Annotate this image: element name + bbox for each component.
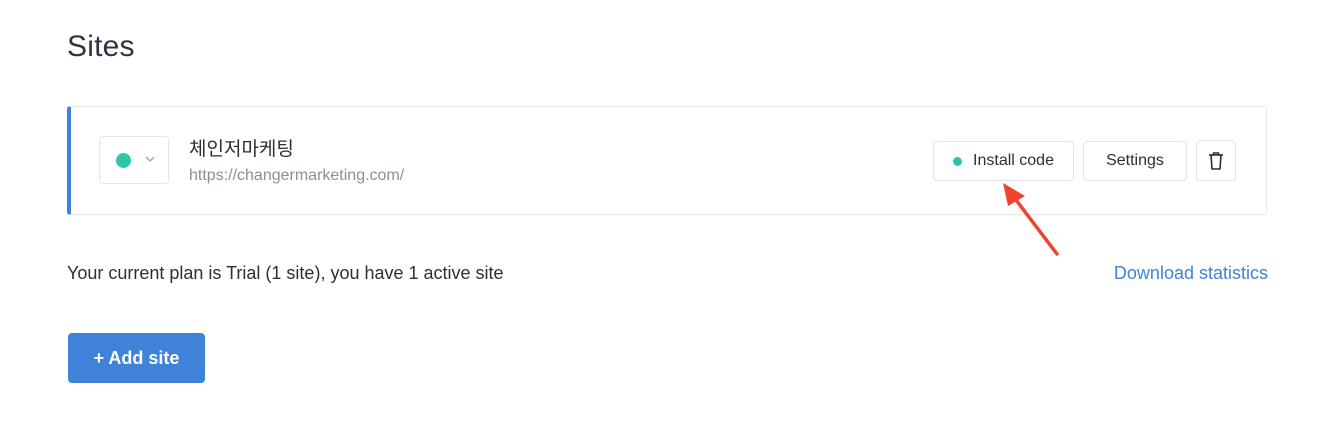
download-statistics-link[interactable]: Download statistics [1114,263,1268,284]
settings-label: Settings [1106,152,1164,169]
delete-site-button[interactable] [1196,140,1236,181]
add-site-button[interactable]: + Add site [68,333,205,383]
status-dot [116,153,131,168]
annotation-arrow [1003,183,1059,256]
site-name: 체인저마케팅 [189,138,294,160]
sites-page: Sites 체인저마케팅 https://changermarketing.co… [0,0,1326,439]
site-url: https://changermarketing.com/ [189,167,405,184]
site-status-dropdown[interactable] [99,136,169,184]
chevron-down-icon [145,156,155,162]
install-code-button[interactable]: Install code [933,141,1074,181]
settings-button[interactable]: Settings [1083,141,1187,181]
site-card: 체인저마케팅 https://changermarketing.com/ Ins… [67,106,1267,215]
trash-icon [1209,151,1223,170]
page-title: Sites [67,30,135,63]
plan-status-text: Your current plan is Trial (1 site), you… [67,263,504,283]
install-code-label: Install code [973,152,1054,169]
install-status-dot [953,156,963,166]
